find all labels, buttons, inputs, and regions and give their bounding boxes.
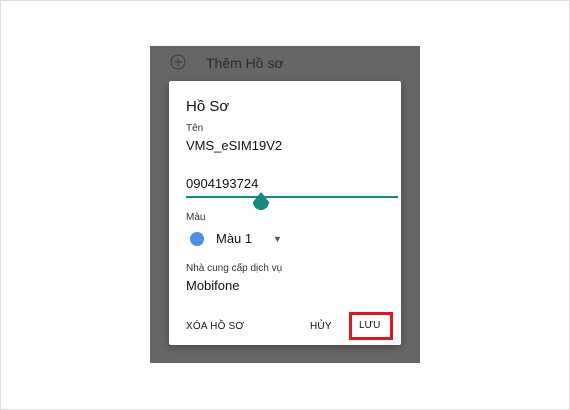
- color-swatch: [190, 232, 204, 246]
- save-highlight-box: LƯU: [349, 312, 393, 340]
- name-field[interactable]: VMS_eSIM19V2: [186, 138, 282, 153]
- phone-screen: Thêm Hồ sơ Hồ Sơ Tên VMS_eSIM19V2 090419…: [150, 46, 420, 363]
- cancel-button[interactable]: HỦY: [310, 321, 332, 332]
- plus-circle-icon: [170, 54, 186, 70]
- color-value: Màu 1: [216, 231, 253, 246]
- delete-profile-button[interactable]: XÓA HỒ SƠ: [186, 321, 244, 332]
- dialog-title: Hồ Sơ: [186, 98, 230, 115]
- save-button[interactable]: LƯU: [359, 320, 380, 331]
- phone-field-underline: [186, 196, 398, 198]
- add-profile-label: Thêm Hồ sơ: [206, 55, 284, 71]
- text-cursor-handle[interactable]: [253, 192, 269, 212]
- color-select[interactable]: Màu 1 ▼: [186, 229, 306, 249]
- provider-value: Mobifone: [186, 278, 240, 293]
- color-label: Màu: [186, 212, 206, 223]
- provider-label: Nhà cung cấp dịch vụ: [186, 263, 283, 274]
- dropdown-arrow-icon: ▼: [273, 234, 282, 244]
- phone-field[interactable]: 0904193724: [186, 176, 258, 191]
- profile-dialog: Hồ Sơ Tên VMS_eSIM19V2 0904193724 Màu Mà…: [169, 81, 401, 345]
- add-profile-row[interactable]: Thêm Hồ sơ: [150, 46, 420, 80]
- name-label: Tên: [186, 123, 204, 134]
